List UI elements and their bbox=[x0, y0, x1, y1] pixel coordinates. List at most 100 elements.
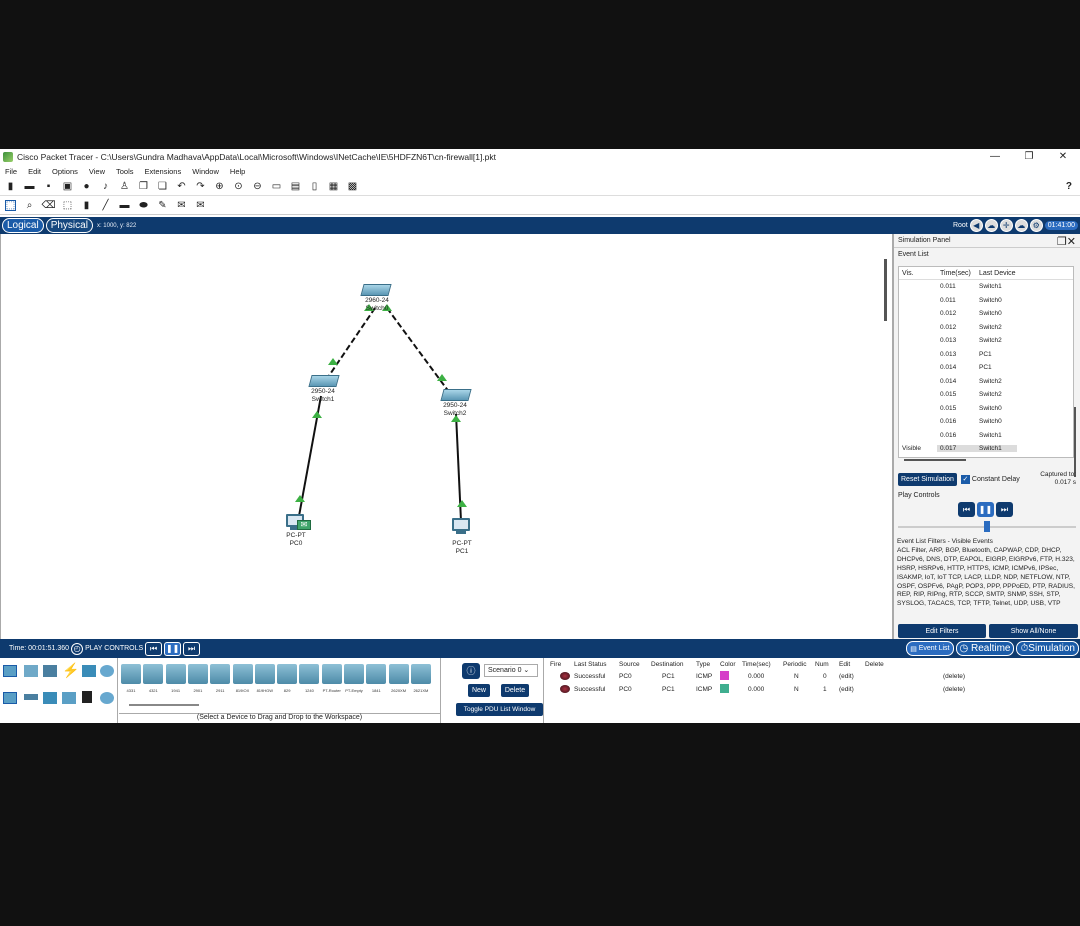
logical-mode-button[interactable]: Logical bbox=[2, 218, 44, 233]
viewport-icon[interactable]: ▯ bbox=[309, 181, 320, 192]
realtime-tab[interactable]: ◷ Realtime bbox=[955, 641, 1015, 656]
col-type[interactable]: Type bbox=[694, 661, 718, 668]
workspace-list-icon[interactable]: ▦ bbox=[328, 181, 339, 192]
event-row[interactable]: 0.012 Switch0 bbox=[899, 307, 1073, 321]
menu-options[interactable]: Options bbox=[52, 167, 78, 176]
activity-wizard-icon[interactable]: ♙ bbox=[119, 181, 130, 192]
open-folder-icon[interactable]: ▬ bbox=[24, 181, 35, 192]
device-model-item[interactable]: 2620XM bbox=[388, 664, 409, 693]
col-periodic[interactable]: Periodic bbox=[780, 661, 813, 668]
minimize-button[interactable]: — bbox=[978, 149, 1012, 165]
device-model-item[interactable]: 4331 bbox=[121, 664, 141, 693]
pdu-edit-link[interactable]: (edit) bbox=[837, 673, 863, 680]
line-tool-icon[interactable]: ╱ bbox=[100, 200, 111, 211]
event-row[interactable]: 0.013 Switch2 bbox=[899, 334, 1073, 348]
device-model-item[interactable]: PT-Empty bbox=[344, 664, 364, 693]
pdu-delete-link[interactable]: (delete) bbox=[863, 673, 965, 680]
col-time[interactable]: Time(sec) bbox=[937, 270, 977, 277]
device-pc0[interactable]: ✉ bbox=[286, 514, 312, 532]
undock-close-icons[interactable]: ❐✕ bbox=[1057, 235, 1076, 248]
help-icon[interactable]: ? bbox=[1066, 181, 1072, 192]
freeform-tool-icon[interactable]: ✎ bbox=[157, 200, 168, 211]
event-row[interactable]: 0.016 Switch0 bbox=[899, 415, 1073, 429]
device-list-scroll[interactable] bbox=[129, 704, 199, 706]
navigation-icon[interactable]: ✛ bbox=[999, 219, 1013, 232]
device-model-item[interactable]: 1240 bbox=[299, 664, 320, 693]
col-destination[interactable]: Destination bbox=[648, 661, 694, 668]
hubs-icon[interactable] bbox=[43, 692, 57, 704]
inspect-tool-icon[interactable]: ⌕ bbox=[24, 200, 35, 211]
zoom-in-icon[interactable]: ⊕ bbox=[214, 181, 225, 192]
reset-simulation-button[interactable]: Reset Simulation bbox=[898, 472, 957, 486]
device-model-item[interactable]: 819IOX bbox=[232, 664, 253, 693]
network-wizard-icon[interactable]: ♪ bbox=[100, 181, 111, 192]
select-tool-icon[interactable]: ⬚ bbox=[5, 199, 16, 211]
event-row[interactable]: 0.011 Switch1 bbox=[899, 280, 1073, 294]
new-scenario-button[interactable]: New bbox=[468, 684, 490, 697]
event-row[interactable]: 0.012 Switch2 bbox=[899, 321, 1073, 335]
paste-icon[interactable]: ❏ bbox=[157, 181, 168, 192]
event-row[interactable]: 0.015 Switch0 bbox=[899, 402, 1073, 416]
timebar-pause-icon[interactable]: ❚❚ bbox=[164, 641, 182, 656]
back-step-icon[interactable]: ⏮ bbox=[958, 502, 975, 517]
col-delete[interactable]: Delete bbox=[863, 661, 923, 668]
menu-help[interactable]: Help bbox=[230, 167, 245, 176]
info-icon[interactable]: ● bbox=[81, 181, 92, 192]
col-last-device[interactable]: Last Device bbox=[977, 270, 1047, 277]
pdu-delete-link[interactable]: (delete) bbox=[863, 686, 965, 693]
timer-icon[interactable]: ◴ bbox=[71, 642, 84, 655]
print-icon[interactable]: ▣ bbox=[62, 181, 73, 192]
device-switch0[interactable] bbox=[360, 284, 392, 298]
event-row[interactable]: Visible 0.017 Switch1 bbox=[899, 442, 1073, 456]
ellipse-tool-icon[interactable]: ⬬ bbox=[138, 200, 149, 211]
event-row[interactable]: 0.014 Switch2 bbox=[899, 375, 1073, 389]
resize-tool-icon[interactable]: ⬚ bbox=[62, 200, 73, 211]
save-icon[interactable]: ▪ bbox=[43, 181, 54, 192]
event-list-hscroll[interactable] bbox=[904, 459, 966, 461]
col-edit[interactable]: Edit bbox=[837, 661, 863, 668]
zoom-reset-icon[interactable]: ⊙ bbox=[233, 181, 244, 192]
back-icon[interactable]: ◀ bbox=[969, 219, 983, 232]
network-devices-icon[interactable] bbox=[3, 665, 17, 677]
custom-device-icon[interactable]: ▤ bbox=[290, 181, 301, 192]
menu-view[interactable]: View bbox=[89, 167, 105, 176]
col-source[interactable]: Source bbox=[615, 661, 648, 668]
workspace-vscroll[interactable] bbox=[884, 259, 887, 321]
show-all-none-button[interactable]: Show All/None bbox=[989, 624, 1078, 638]
simple-pdu-icon[interactable]: ✉ bbox=[176, 200, 187, 211]
event-row[interactable]: 0.016 Switch1 bbox=[899, 429, 1073, 443]
menu-tools[interactable]: Tools bbox=[116, 167, 134, 176]
pdu-row[interactable]: Successful PC0 PC1 ICMP 0.000 N 0 (edit) (delete… bbox=[548, 670, 1080, 683]
pause-icon[interactable]: ❚❚ bbox=[977, 502, 994, 517]
security-icon[interactable] bbox=[82, 691, 92, 703]
device-model-item[interactable]: 819HGW bbox=[254, 664, 275, 693]
device-model-item[interactable]: 829 bbox=[277, 664, 298, 693]
cloud-icon[interactable]: ☁ bbox=[984, 219, 998, 232]
drawing-palette-icon[interactable]: ▭ bbox=[271, 181, 282, 192]
device-switch2[interactable] bbox=[440, 389, 472, 403]
scenario-select[interactable]: Scenario 0 ⌄ bbox=[484, 664, 538, 677]
end-devices-icon[interactable] bbox=[24, 665, 38, 677]
col-color[interactable]: Color bbox=[718, 661, 740, 668]
device-model-item[interactable]: 2911 bbox=[210, 664, 231, 693]
col-vis[interactable]: Vis. bbox=[899, 270, 937, 277]
close-button[interactable]: ✕ bbox=[1046, 149, 1080, 165]
device-model-item[interactable]: PT-Router bbox=[321, 664, 342, 693]
simulation-tab[interactable]: ⏱ Simulation bbox=[1016, 641, 1079, 656]
fire-icon[interactable] bbox=[560, 671, 570, 680]
col-time[interactable]: Time(sec) bbox=[740, 661, 780, 668]
device-pc1[interactable] bbox=[452, 518, 472, 536]
col-num[interactable]: Num bbox=[813, 661, 837, 668]
play-speed-thumb[interactable] bbox=[984, 521, 990, 532]
device-model-item[interactable]: 2901 bbox=[187, 664, 208, 693]
menu-file[interactable]: File bbox=[5, 167, 17, 176]
viewport-nav-icon[interactable]: ⚙ bbox=[1029, 219, 1043, 232]
rectangle-tool-icon[interactable]: ▬ bbox=[119, 200, 130, 211]
toggle-pdu-list-button[interactable]: Toggle PDU List Window bbox=[456, 703, 543, 716]
routers-icon[interactable] bbox=[3, 692, 17, 704]
event-list-tab[interactable]: ▤ Event List bbox=[906, 641, 954, 656]
copy-icon[interactable]: ❐ bbox=[138, 181, 149, 192]
menu-extensions[interactable]: Extensions bbox=[145, 167, 182, 176]
delete-tool-icon[interactable]: ⌫ bbox=[41, 200, 55, 211]
pdu-edit-link[interactable]: (edit) bbox=[837, 686, 863, 693]
